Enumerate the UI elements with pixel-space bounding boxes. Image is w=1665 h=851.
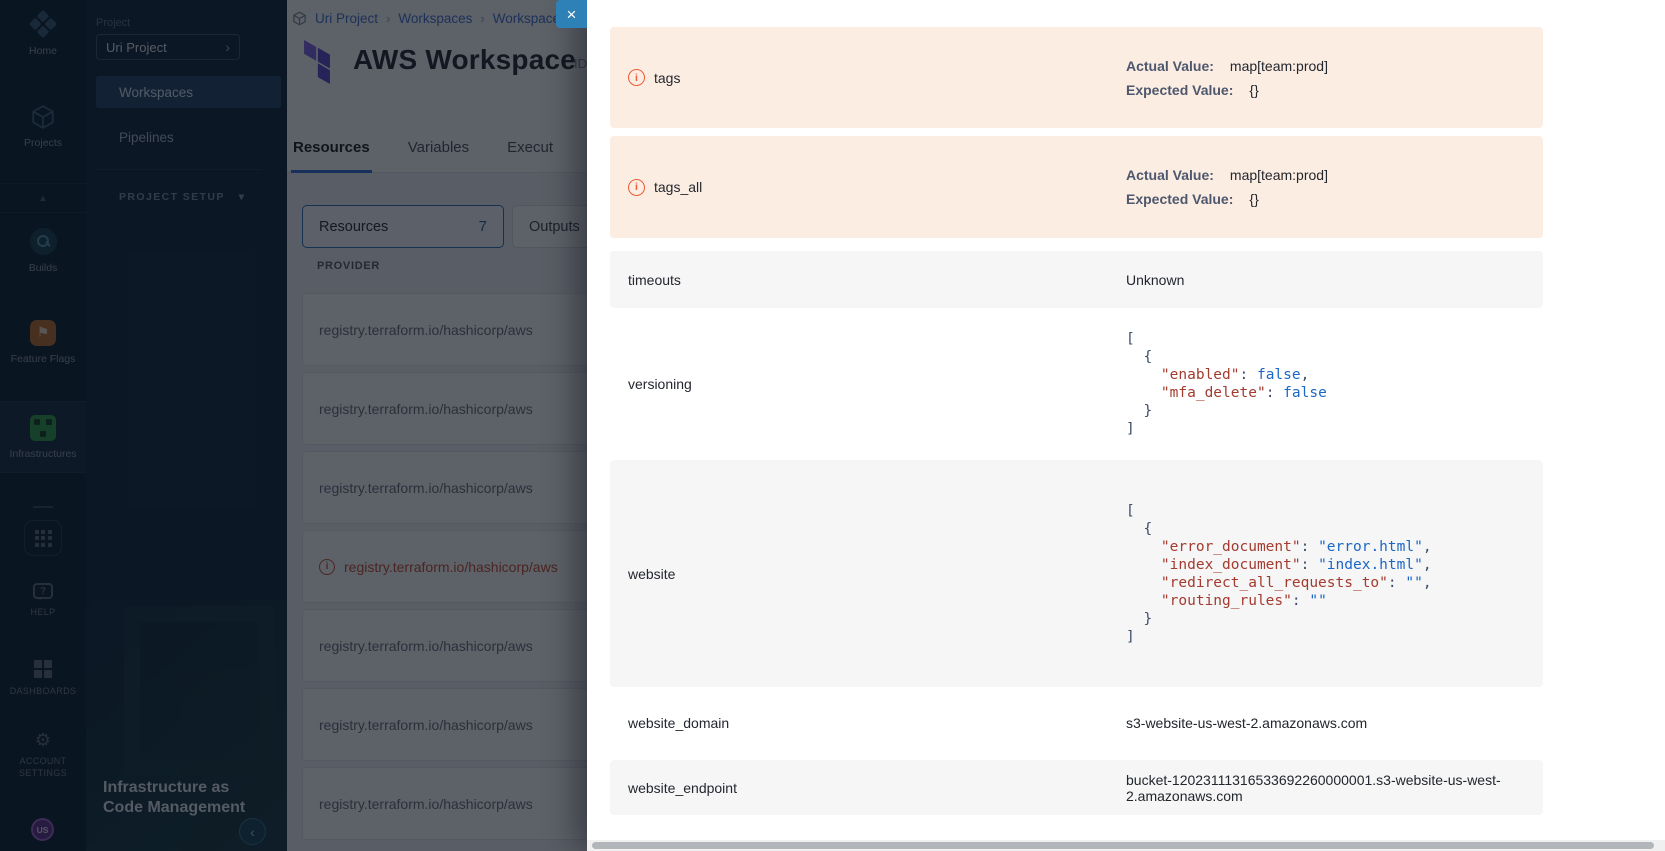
attribute-row: website [ { "error_document": "error.html… [610,460,1543,687]
attribute-key: timeouts [628,272,681,288]
close-button[interactable]: × [556,0,587,28]
warning-icon: i [628,179,645,196]
value-text: map[team:prod] [1230,58,1328,74]
value-label: Expected Value: [1126,82,1233,98]
app-root: Home Projects ▲ Builds ⚑ Feature Flags I… [0,0,1665,851]
attribute-row: i tags_all Actual Value: map[team:prod] Expe… [610,136,1543,238]
value-text: {} [1249,191,1258,207]
attribute-value: Actual Value: map[team:prod] Expected Valu… [1126,159,1543,215]
value-text: {} [1249,82,1258,98]
json-code-block: [ { "error_document": "error.html", "ind… [1126,502,1529,646]
attribute-value: bucket-12023111316533692260000001.s3-web… [1126,772,1543,804]
value-label: Expected Value: [1126,191,1233,207]
json-code-block: [ { "enabled": false, "mfa_delete": fals… [1126,330,1529,438]
attribute-row: itags Actual Value: map[team:prod] Expected… [610,27,1543,128]
attribute-value: Actual Value: map[team:prod] Expected Valu… [1126,50,1543,106]
horizontal-scrollbar-thumb[interactable] [592,842,1654,849]
attribute-key: website_domain [628,715,729,731]
value-text: map[team:prod] [1230,167,1328,183]
horizontal-scrollbar-track[interactable] [587,840,1665,851]
attribute-key: website [628,566,675,582]
attribute-key: tags [654,70,680,86]
attribute-key: versioning [628,376,692,392]
attribute-row: timeouts Unknown [610,251,1543,308]
attribute-key: website_endpoint [628,780,737,796]
value-label: Actual Value: [1126,58,1214,74]
attribute-row: website_endpoint bucket-12023111316533692… [610,760,1543,815]
attribute-value: [ { "error_document": "error.html", "ind… [1126,502,1543,646]
attribute-value: [ { "enabled": false, "mfa_delete": fals… [1126,330,1543,438]
close-icon: × [567,6,577,23]
attribute-value: Unknown [1126,272,1543,288]
attribute-row: versioning [ { "enabled": false, "mfa_del… [610,317,1543,451]
attribute-row: website_domain s3-website-us-west-2.amazo… [610,695,1543,750]
attribute-value: s3-website-us-west-2.amazonaws.com [1126,715,1543,731]
attribute-key: tags_all [654,179,702,195]
warning-icon: i [628,69,645,86]
value-label: Actual Value: [1126,167,1214,183]
resource-detail-drawer: × itagsActual Value:map[team:prod]Expect… [587,0,1665,851]
